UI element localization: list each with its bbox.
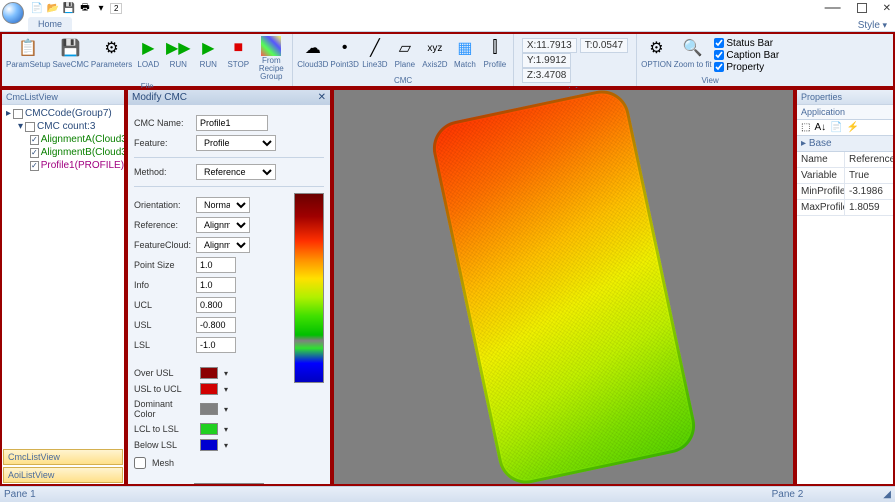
stop-button[interactable]: ■STOP xyxy=(224,36,252,69)
titlebar: 📄 📂 💾 🖶 ▾ 2 — ✕ xyxy=(0,0,895,16)
qat-more-icon[interactable]: ▾ xyxy=(94,1,108,15)
tree-item[interactable]: ▸CMCCode(Group7) xyxy=(4,107,122,120)
info-t: T:0.0547 xyxy=(580,38,628,53)
tab-cmclistview[interactable]: CmcListView xyxy=(3,449,123,465)
lcl-lsl-swatch[interactable] xyxy=(200,423,218,435)
savecmc-button[interactable]: 💾SaveCMC xyxy=(52,36,88,69)
point3d-button[interactable]: •Point3D xyxy=(330,36,358,69)
usl-input[interactable] xyxy=(196,317,236,333)
3d-viewport[interactable] xyxy=(332,88,795,486)
over-usl-swatch[interactable] xyxy=(200,367,218,379)
ribbon-group-info: X:11.7913T:0.0547 Y:1.9912 Z:3.4708 Info xyxy=(514,34,637,86)
left-panel: CmcListView ▸CMCCode(Group7) ▾CMC count:… xyxy=(0,88,126,486)
status-pane1: Pane 1 xyxy=(4,489,36,500)
option-button[interactable]: ⚙OPTION xyxy=(641,36,672,69)
chk-statusbar[interactable]: Status Bar xyxy=(714,38,780,49)
ribbon-group-cmc: ☁Cloud3D •Point3D ╱Line3D ▱Plane xyzAxis… xyxy=(293,34,514,86)
featurecloud-select[interactable]: AlignmentB xyxy=(196,237,250,253)
tree-item[interactable]: AlignmentB(Cloud3D) xyxy=(4,146,122,159)
app-orb-button[interactable] xyxy=(2,2,24,24)
status-pane2: Pane 2 xyxy=(772,489,804,500)
orientation-select[interactable]: Normal xyxy=(196,197,250,213)
info-z: Z:3.4708 xyxy=(522,68,571,83)
reference-select[interactable]: AlignmentA xyxy=(196,217,250,233)
left-panel-title: CmcListView xyxy=(2,90,124,105)
colorbar xyxy=(294,193,324,383)
properties-grid: ▸ Base NameReferenceCloud VariableTrue M… xyxy=(797,136,893,216)
properties-subtitle: Application xyxy=(797,105,893,120)
tab-home[interactable]: Home xyxy=(28,17,72,31)
dominant-swatch[interactable] xyxy=(200,403,218,415)
modify-panel: Modify CMC✕ CMC Name: Feature:Profile Me… xyxy=(126,88,332,486)
new-icon[interactable]: 📄 xyxy=(30,1,44,15)
prop-category[interactable]: ▸ Base xyxy=(797,136,893,152)
open-icon[interactable]: 📂 xyxy=(46,1,60,15)
parameters-button[interactable]: ⚙Parameters xyxy=(91,36,132,69)
prop-flash-icon[interactable]: ⚡ xyxy=(847,122,859,133)
lsl-input[interactable] xyxy=(196,337,236,353)
minimize-button[interactable]: — xyxy=(825,0,841,17)
info-input[interactable] xyxy=(196,277,236,293)
plane-button[interactable]: ▱Plane xyxy=(391,36,419,69)
ribbon-group-label: View xyxy=(641,75,779,86)
close-icon[interactable]: ✕ xyxy=(318,92,326,103)
mesh-checkbox[interactable] xyxy=(134,455,146,471)
properties-title: Properties xyxy=(797,90,893,105)
pointsize-input[interactable] xyxy=(196,257,236,273)
chk-property[interactable]: Property xyxy=(714,62,780,73)
run2-button[interactable]: ▶RUN xyxy=(194,36,222,69)
ribbon: 📋ParamSetup 💾SaveCMC ⚙Parameters ▶LOAD ▶… xyxy=(0,32,895,88)
feature-select[interactable]: Profile xyxy=(196,135,276,151)
statusbar: Pane 1 Pane 2 ◢ xyxy=(0,486,895,502)
print-icon[interactable]: 🖶 xyxy=(78,1,92,15)
tree-item[interactable]: AlignmentA(Cloud3D) xyxy=(4,133,122,146)
modify-title: Modify CMC xyxy=(132,92,187,103)
prop-row: MaxProfile1.8059 xyxy=(797,200,893,216)
paramsetup-button[interactable]: 📋ParamSetup xyxy=(6,36,50,69)
method-select[interactable]: Reference xyxy=(196,164,276,180)
close-button[interactable]: ✕ xyxy=(883,3,891,14)
ribbon-group-file: 📋ParamSetup 💾SaveCMC ⚙Parameters ▶LOAD ▶… xyxy=(2,34,293,86)
below-lsl-swatch[interactable] xyxy=(200,439,218,451)
cmc-tree[interactable]: ▸CMCCode(Group7) ▾CMC count:3 AlignmentA… xyxy=(2,105,124,448)
load-button[interactable]: ▶LOAD xyxy=(134,36,162,69)
line3d-button[interactable]: ╱Line3D xyxy=(361,36,389,69)
ucl-input[interactable] xyxy=(196,297,236,313)
resize-grip-icon[interactable]: ◢ xyxy=(883,489,891,500)
prop-az-icon[interactable]: A↓ xyxy=(814,122,826,133)
tree-item[interactable]: ▾CMC count:3 xyxy=(4,120,122,133)
usl-ucl-swatch[interactable] xyxy=(200,383,218,395)
heatmap-surface xyxy=(427,88,700,486)
tree-item[interactable]: Profile1(PROFILE) xyxy=(4,159,122,172)
cmc-name-input[interactable] xyxy=(196,115,268,131)
axis2d-button[interactable]: xyzAxis2D xyxy=(421,36,449,69)
save-icon[interactable]: 💾 xyxy=(62,1,76,15)
match-button[interactable]: ▦Match xyxy=(451,36,479,69)
cloud3d-button[interactable]: ☁Cloud3D xyxy=(297,36,328,69)
properties-panel: Properties Application ⬚ A↓ 📄 ⚡ ▸ Base N… xyxy=(795,88,895,486)
prop-row: VariableTrue xyxy=(797,168,893,184)
info-y: Y:1.9912 xyxy=(522,53,571,68)
prop-row: MinProfile-3.1986 xyxy=(797,184,893,200)
ribbon-group-label: CMC xyxy=(297,75,509,86)
chk-captionbar[interactable]: Caption Bar xyxy=(714,50,780,61)
ribbon-tabs: Home Style ▾ xyxy=(0,16,895,32)
profile-button[interactable]: ⫿Profile xyxy=(481,36,509,69)
zoomfit-button[interactable]: 🔍Zoom to fit xyxy=(674,36,712,69)
prop-sort-icon[interactable]: ⬚ xyxy=(801,122,810,133)
recipegroup-button[interactable]: From Recipe Group xyxy=(254,36,288,81)
info-x: X:11.7913 xyxy=(522,38,577,53)
prop-doc-icon[interactable]: 📄 xyxy=(830,122,842,133)
ribbon-group-view: ⚙OPTION 🔍Zoom to fit Status Bar Caption … xyxy=(637,34,783,86)
ok-button[interactable]: OK xyxy=(194,483,264,484)
maximize-button[interactable] xyxy=(857,3,867,13)
run-button[interactable]: ▶▶RUN xyxy=(164,36,192,69)
tab-aoilistview[interactable]: AoiListView xyxy=(3,467,123,483)
style-dropdown[interactable]: Style ▾ xyxy=(858,20,895,31)
qat-badge: 2 xyxy=(110,3,122,14)
prop-row: NameReferenceCloud xyxy=(797,152,893,168)
